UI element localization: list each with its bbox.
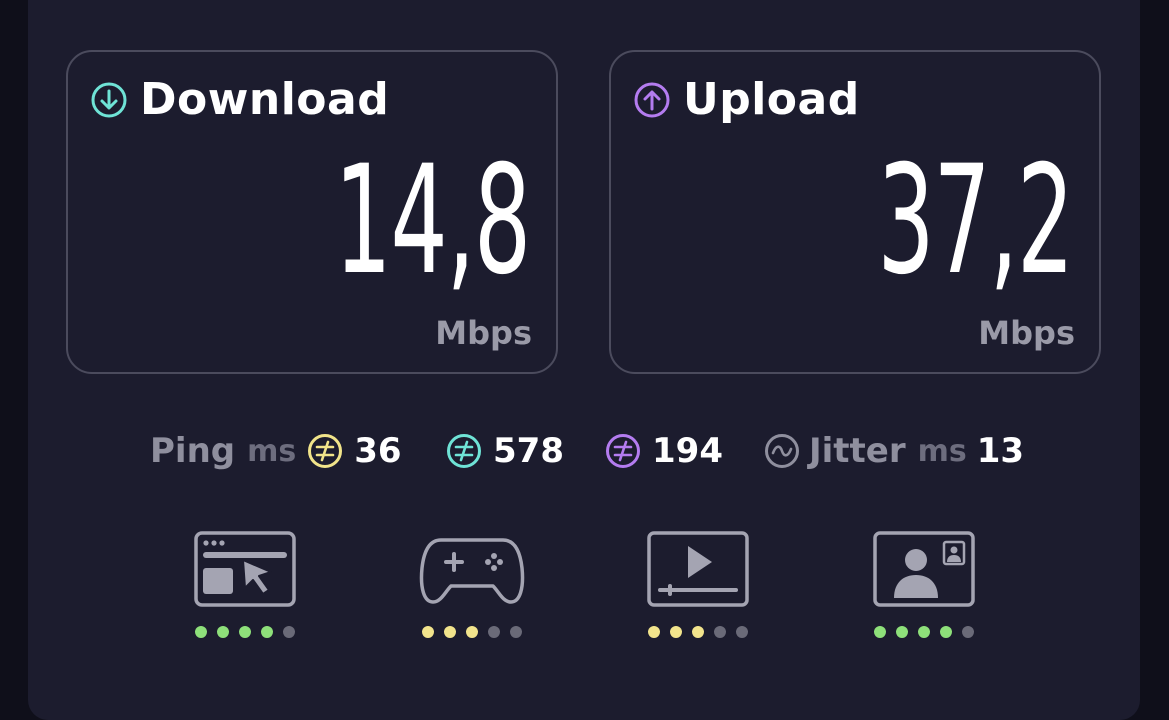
ping-idle: Ping ms 36: [150, 428, 402, 474]
rating-dot-filled: [422, 626, 434, 638]
ping-idle-icon: [308, 434, 343, 468]
rating-dot-filled: [918, 626, 930, 638]
rating-dot-empty: [488, 626, 500, 638]
video-call-icon: [873, 531, 975, 607]
download-card: Download 14,8 Mbps: [66, 50, 558, 374]
jitter: Jitter ms 13: [763, 428, 1024, 474]
rating-dot-empty: [510, 626, 522, 638]
use-case-web-browsing: [190, 530, 300, 638]
arrow-up-circle-icon: [634, 82, 670, 118]
rating-dot-filled: [217, 626, 229, 638]
ping-idle-value: 36: [354, 431, 402, 471]
download-value: 14,8: [334, 134, 531, 308]
jitter-value: 13: [976, 431, 1025, 471]
browser-cursor-icon: [194, 531, 296, 607]
jitter-label: Jitter: [809, 431, 906, 471]
ping-unit: ms: [247, 433, 297, 469]
rating-dot-empty: [714, 626, 726, 638]
rating-dot-filled: [874, 626, 886, 638]
rating-dot-filled: [466, 626, 478, 638]
rating-dot-filled: [261, 626, 273, 638]
rating-dots: [417, 626, 527, 638]
upload-card: Upload 37,2 Mbps: [609, 50, 1101, 374]
rating-dot-filled: [940, 626, 952, 638]
ping-label: Ping: [150, 431, 236, 471]
use-case-video-call: [869, 530, 979, 638]
upload-title: Upload: [683, 74, 860, 125]
rating-dot-filled: [670, 626, 682, 638]
ping-upload-icon: [606, 434, 640, 468]
rating-dot-empty: [962, 626, 974, 638]
upload-unit: Mbps: [978, 314, 1075, 352]
gamepad-icon: [419, 538, 525, 604]
rating-dots: [190, 626, 300, 638]
rating-dot-empty: [283, 626, 295, 638]
rating-dots: [643, 626, 753, 638]
jitter-wave-icon: [765, 434, 799, 468]
rating-dot-filled: [444, 626, 456, 638]
latency-stats: Ping ms 36 578 194 Jitter ms 13: [0, 428, 1169, 474]
ping-upload: 194: [604, 428, 723, 474]
rating-dot-filled: [896, 626, 908, 638]
ping-download-value: 578: [493, 431, 564, 471]
ping-download-icon: [447, 434, 481, 468]
upload-value: 37,2: [877, 134, 1074, 308]
jitter-unit: ms: [917, 433, 967, 469]
rating-dots: [869, 626, 979, 638]
rating-dot-filled: [195, 626, 207, 638]
rating-dot-filled: [239, 626, 251, 638]
ping-upload-value: 194: [652, 431, 723, 471]
rating-dot-filled: [648, 626, 660, 638]
use-case-gaming: [417, 530, 527, 638]
ping-download: 578: [445, 428, 564, 474]
download-header: Download: [90, 78, 389, 122]
use-case-video-streaming: [643, 530, 753, 638]
download-title: Download: [140, 74, 390, 125]
rating-dot-empty: [736, 626, 748, 638]
download-unit: Mbps: [435, 314, 532, 352]
upload-header: Upload: [633, 78, 860, 122]
rating-dot-filled: [692, 626, 704, 638]
arrow-down-circle-icon: [91, 82, 127, 118]
video-player-icon: [647, 531, 749, 607]
